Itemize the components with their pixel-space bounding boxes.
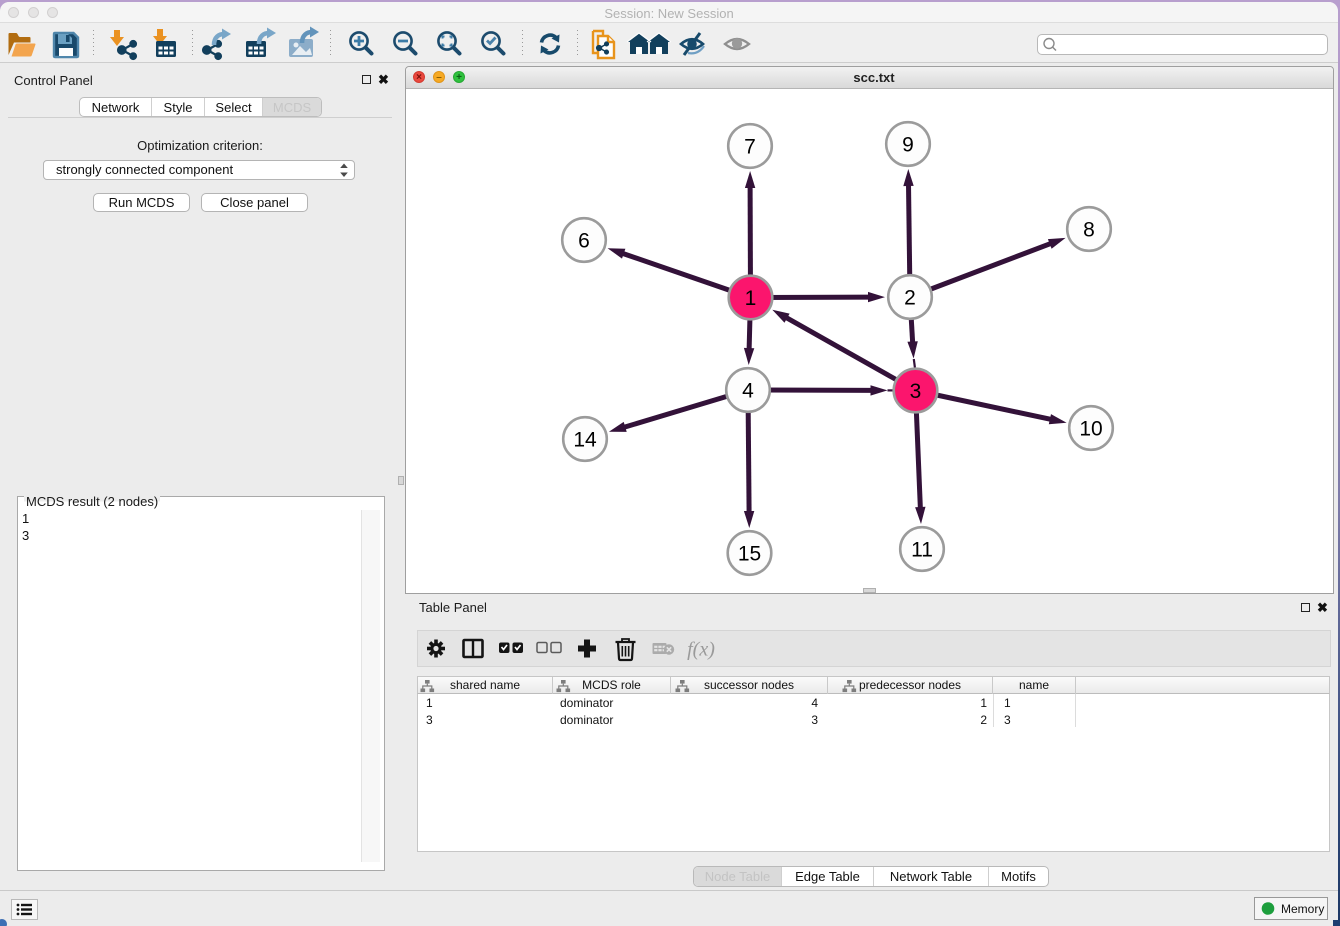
svg-text:14: 14 xyxy=(573,429,597,452)
svg-text:1: 1 xyxy=(745,287,757,310)
svg-text:7: 7 xyxy=(744,136,756,159)
svg-text:10: 10 xyxy=(1079,418,1102,441)
svg-text:8: 8 xyxy=(1083,219,1095,242)
svg-text:6: 6 xyxy=(578,230,590,253)
svg-text:9: 9 xyxy=(902,134,914,157)
svg-text:Memory: Memory xyxy=(1281,902,1324,916)
svg-text:2: 2 xyxy=(904,287,916,310)
svg-text:4: 4 xyxy=(742,380,754,403)
svg-text:f(x): f(x) xyxy=(687,639,715,661)
svg-text:15: 15 xyxy=(738,543,761,566)
svg-text:11: 11 xyxy=(911,539,933,562)
svg-text:3: 3 xyxy=(910,380,922,403)
